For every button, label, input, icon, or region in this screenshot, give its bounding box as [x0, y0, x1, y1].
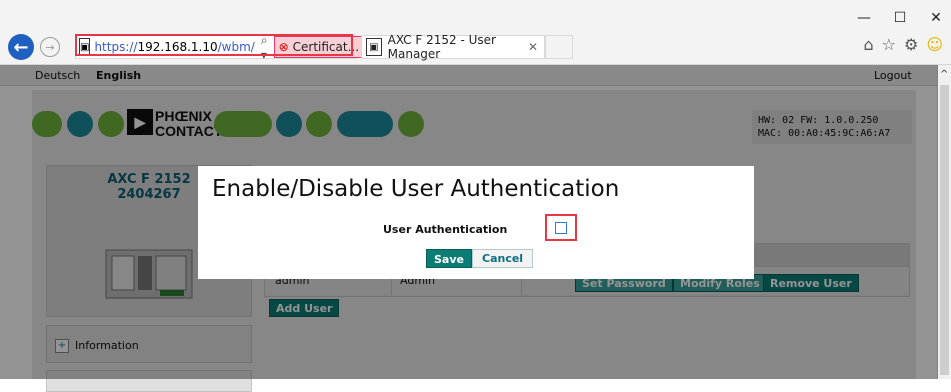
save-button[interactable]: Save: [426, 249, 472, 268]
new-tab-button[interactable]: [545, 35, 573, 59]
user-auth-label: User Authentication: [383, 223, 508, 236]
auth-dialog: Enable/Disable User Authentication User …: [198, 166, 754, 279]
back-arrow-icon[interactable]: ←: [8, 34, 34, 60]
site-favicon-icon: ▣: [79, 38, 91, 56]
toolbar-icons: ⌂ ☆ ⚙ ☺: [863, 35, 943, 54]
scrollbar-thumb[interactable]: [940, 85, 949, 375]
maximize-button[interactable]: ☐: [893, 10, 907, 26]
forward-arrow-icon[interactable]: →: [40, 37, 60, 57]
window-controls: — ☐ ✕: [857, 10, 943, 26]
cancel-button[interactable]: Cancel: [472, 249, 534, 268]
search-dropdown-icon[interactable]: ⌕ ▾: [261, 33, 268, 62]
minimize-button[interactable]: —: [857, 10, 871, 26]
url-path: /wbm/: [217, 40, 255, 54]
tab-favicon-icon: ▣: [366, 38, 382, 56]
home-icon[interactable]: ⌂: [863, 35, 873, 54]
url-host: 192.168.1.10: [137, 40, 218, 54]
scroll-up-icon[interactable]: ^: [940, 69, 948, 80]
browser-chrome: — ☐ ✕ ← → ▣ https://192.168.1.10/wbm/ ⌕ …: [0, 0, 951, 65]
smiley-icon[interactable]: ☺: [926, 35, 943, 54]
dialog-title: Enable/Disable User Authentication: [212, 176, 620, 202]
close-tab-icon[interactable]: ✕: [528, 40, 538, 54]
url-prefix: https://: [94, 40, 138, 54]
browser-tab[interactable]: ▣ AXC F 2152 - User Manager ✕: [361, 33, 545, 61]
navigation-buttons: ← →: [8, 34, 60, 60]
star-icon[interactable]: ☆: [882, 35, 896, 54]
close-window-button[interactable]: ✕: [929, 10, 943, 26]
gear-icon[interactable]: ⚙: [904, 35, 918, 54]
vertical-scrollbar[interactable]: ^: [937, 65, 951, 379]
certificate-error-badge[interactable]: ⊗ Certificat...: [273, 36, 365, 58]
address-bar[interactable]: ▣ https://192.168.1.10/wbm/ ⌕ ▾ ⊗ Certifi…: [75, 33, 380, 62]
user-auth-checkbox[interactable]: [555, 222, 567, 234]
tab-title: AXC F 2152 - User Manager: [387, 33, 496, 61]
error-icon: ⊗: [278, 40, 289, 54]
certificate-label: Certificat...: [292, 40, 360, 54]
